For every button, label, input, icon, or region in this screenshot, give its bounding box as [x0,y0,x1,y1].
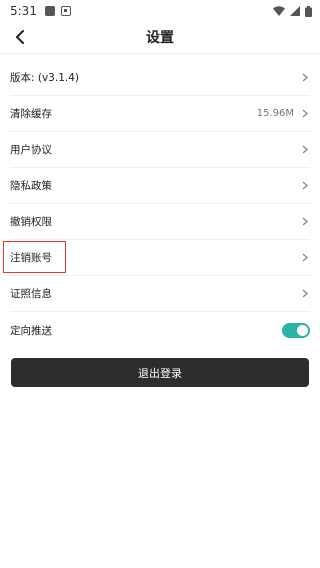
chevron-right-icon [300,217,310,227]
back-button[interactable] [10,27,30,47]
settings-item-label: 隐私政策 [10,180,52,192]
settings-item-clear-cache[interactable]: 清除缓存 15.96M [10,96,310,132]
settings-item-label: 撤销权限 [10,216,52,228]
logout-button[interactable]: 退出登录 [11,358,309,387]
settings-item-label: 版本: (v3.1.4) [10,72,79,84]
header-divider [0,53,320,54]
settings-item-user-agreement[interactable]: 用户协议 [10,132,310,168]
settings-item-privacy-policy[interactable]: 隐私政策 [10,168,310,204]
settings-item-label: 证照信息 [10,288,52,300]
chevron-right-icon [300,181,310,191]
page-title: 设置 [146,30,174,46]
status-time: 5:31 [10,4,37,18]
targeted-push-toggle[interactable] [282,322,310,338]
wifi-icon [273,6,285,16]
settings-list: 版本: (v3.1.4) 清除缓存 15.96M 用户协议 隐私政策 撤销权限 … [0,60,320,348]
status-bar: 5:31 [0,0,320,22]
settings-item-label: 用户协议 [10,144,52,156]
signal-icon [290,6,300,16]
settings-item-certificates[interactable]: 证照信息 [10,276,310,312]
battery-icon [305,5,312,17]
chevron-left-icon [16,30,24,44]
toggle-knob [297,324,308,336]
chevron-right-icon [300,289,310,299]
settings-item-version[interactable]: 版本: (v3.1.4) [10,60,310,96]
settings-item-revoke-permissions[interactable]: 撤销权限 [10,204,310,240]
chevron-right-icon [300,109,310,119]
settings-item-delete-account[interactable]: 注销账号 [3,240,310,276]
cache-size-value: 15.96M [256,108,294,119]
settings-item-label: 清除缓存 [10,108,52,120]
app-notification-icon [60,6,71,16]
highlight-box [3,241,66,273]
chevron-right-icon [300,253,310,263]
notification-icon [44,6,55,16]
settings-item-label: 定向推送 [10,324,52,337]
chevron-right-icon [300,145,310,155]
chevron-right-icon [300,73,310,83]
navigation-bar: 设置 [0,22,320,52]
settings-item-targeted-push: 定向推送 [10,312,310,348]
